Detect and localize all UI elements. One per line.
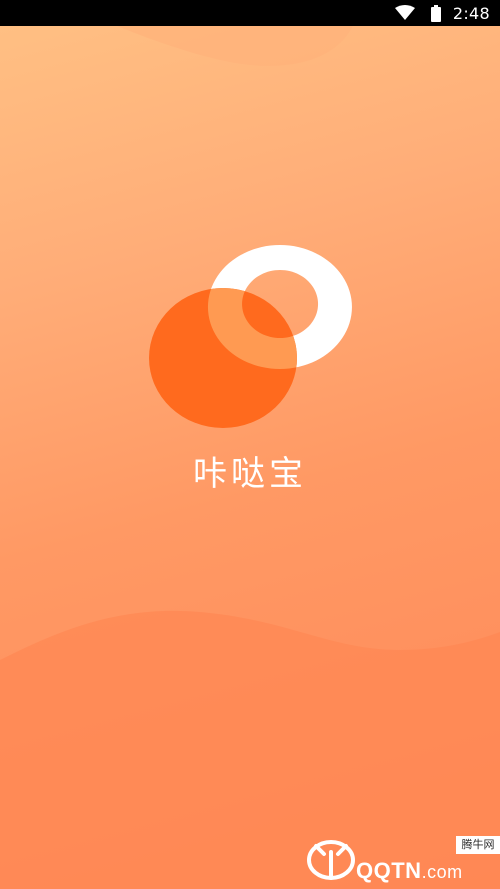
watermark: QQTN.com 腾牛网 xyxy=(300,832,500,889)
watermark-text: QQTN.com xyxy=(356,858,463,884)
watermark-logo-icon xyxy=(307,840,355,880)
app-title: 咔哒宝 xyxy=(193,454,307,494)
watermark-suffix: .com xyxy=(421,862,463,882)
watermark-site-label: 腾牛网 xyxy=(456,836,500,854)
battery-icon xyxy=(430,4,441,22)
splash-screen: 2:48 咔哒宝 QQTN.com 腾牛网 xyxy=(0,0,500,889)
app-logo xyxy=(149,245,352,428)
wifi-icon xyxy=(394,5,415,20)
watermark-brand: QQTN xyxy=(356,858,422,883)
background-waves xyxy=(0,0,500,889)
status-time: 2:48 xyxy=(452,3,490,23)
status-bar: 2:48 xyxy=(0,0,500,26)
